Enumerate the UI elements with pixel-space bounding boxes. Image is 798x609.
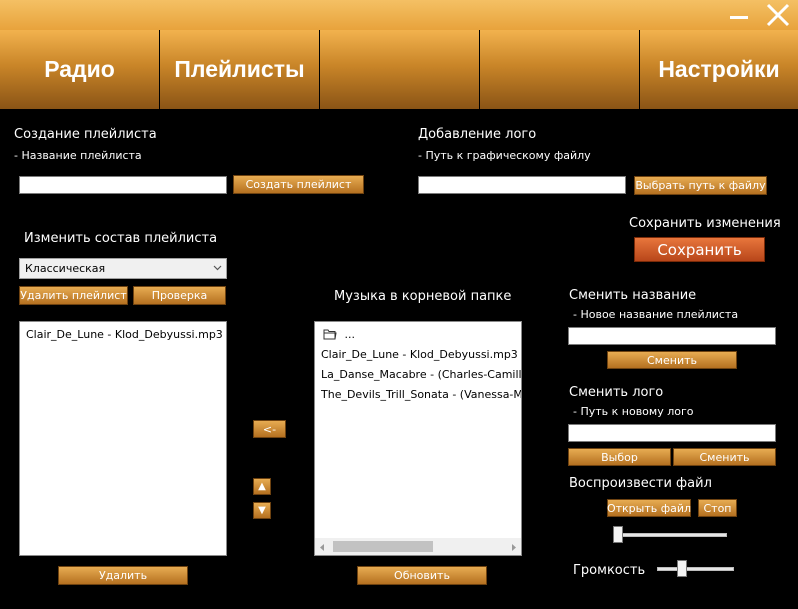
play-file-title: Воспроизвести файл [569,476,712,491]
open-file-button[interactable]: Открыть файл [607,499,691,517]
tab-empty-1[interactable] [320,30,480,109]
volume-track[interactable] [657,567,734,571]
rename-title: Сменить название [569,288,697,303]
main-nav: Радио Плейлисты Настройки [0,30,798,109]
arrow-up-icon[interactable]: ▲ [253,478,271,495]
create-playlist-title: Создание плейлиста [14,127,157,142]
tab-radio[interactable]: Радио [0,30,160,109]
new-logo-path-input[interactable] [568,424,776,442]
playback-progress-thumb[interactable] [613,526,623,543]
create-playlist-button[interactable]: Создать плейлист [233,175,364,194]
playlist-select[interactable]: Классическая [19,258,227,279]
playback-progress-track[interactable] [614,533,727,537]
root-music-list[interactable]: ... Clair_De_Lune - Klod_Debyussi.mp3 La… [314,321,522,556]
playlist-name-input[interactable] [19,176,227,194]
list-item-parent[interactable]: ... [323,328,355,343]
check-button[interactable]: Проверка [133,286,226,305]
scroll-left-icon[interactable] [318,542,326,555]
close-icon[interactable] [762,0,794,30]
move-left-button[interactable]: <- [253,420,286,438]
choose-logo-button[interactable]: Выбор [568,448,671,466]
list-item[interactable]: La_Danse_Macabre - (Charles-Camille_Sain… [321,368,521,381]
tab-settings[interactable]: Настройки [640,30,798,109]
playlist-select-value: Классическая [25,262,106,275]
add-logo-subtitle: - Путь к графическому файлу [418,149,591,162]
logo-path-input[interactable] [418,176,626,194]
add-logo-title: Добавление лого [418,127,537,142]
tab-empty-2[interactable] [480,30,640,109]
change-logo-title: Сменить лого [569,385,664,400]
refresh-button[interactable]: Обновить [357,566,487,585]
title-bar [0,0,798,30]
volume-label: Громкость [573,563,646,578]
chevron-down-icon [213,262,222,275]
new-playlist-name-input[interactable] [568,327,776,345]
stop-button[interactable]: Стоп [698,499,737,517]
delete-playlist-button[interactable]: Удалить плейлист [19,286,128,305]
change-logo-button[interactable]: Сменить [673,448,776,466]
root-music-title: Музыка в корневой папке [334,289,512,304]
playlist-tracks-list[interactable]: Clair_De_Lune - Klod_Debyussi.mp3 [19,321,227,556]
list-item[interactable]: Clair_De_Lune - Klod_Debyussi.mp3 [321,348,518,361]
parent-folder-label: ... [344,328,356,341]
change-logo-subtitle: - Путь к новому лого [573,405,694,418]
horizontal-scrollbar[interactable] [315,538,521,555]
rename-subtitle: - Новое название плейлиста [573,308,739,321]
choose-file-path-button[interactable]: Выбрать путь к файлу [634,176,767,195]
arrow-down-icon[interactable]: ▼ [253,502,271,519]
list-item[interactable]: Clair_De_Lune - Klod_Debyussi.mp3 [26,328,223,341]
scroll-right-icon[interactable] [510,542,518,555]
save-changes-label: Сохранить изменения [629,216,781,231]
rename-button[interactable]: Сменить [607,351,737,369]
volume-thumb[interactable] [677,560,688,577]
create-playlist-subtitle: - Название плейлиста [14,149,142,162]
scroll-thumb[interactable] [333,541,433,552]
minimize-icon[interactable] [723,0,755,30]
tab-playlists[interactable]: Плейлисты [160,30,320,109]
list-item[interactable]: The_Devils_Trill_Sonata - (Vanessa-Mae).… [321,388,521,401]
edit-playlist-title: Изменить состав плейлиста [24,231,218,246]
folder-icon [323,329,337,343]
remove-track-button[interactable]: Удалить [58,566,188,585]
save-button[interactable]: Сохранить [634,237,765,262]
